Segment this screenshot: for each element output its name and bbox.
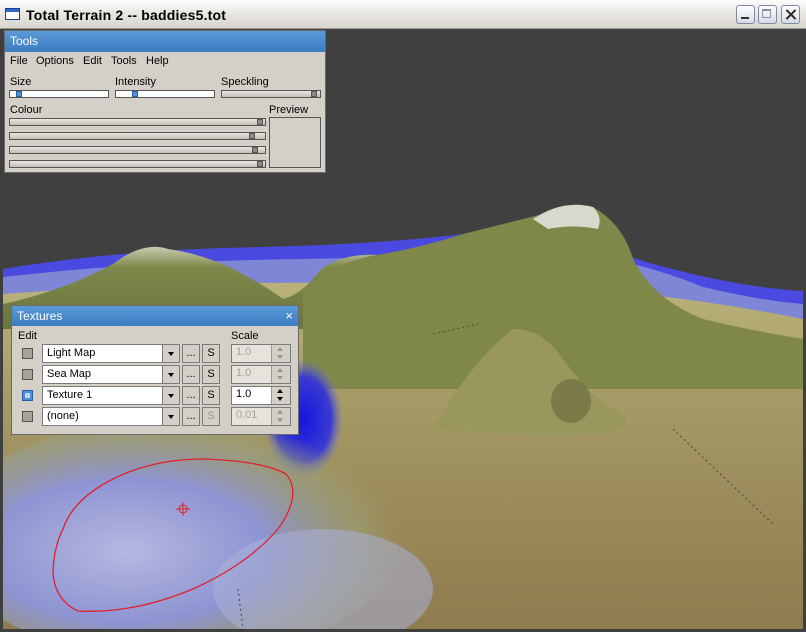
colour-label: Colour [10, 104, 43, 116]
texture-edit-checkbox[interactable] [22, 369, 33, 380]
textures-panel: Textures × Edit Scale Light Map... S 1.0 Se… [11, 305, 299, 435]
menu-file[interactable]: File [10, 55, 28, 67]
browse-button[interactable]: ... [182, 365, 200, 384]
speckling-slider[interactable] [221, 90, 321, 98]
scale-spinner[interactable]: 0.01 [231, 407, 291, 426]
tools-panel: Tools File Options Edit Tools Help Size … [4, 30, 326, 173]
minimize-button[interactable] [736, 5, 755, 24]
close-icon[interactable]: × [285, 306, 293, 326]
spin-arrows-icon[interactable] [271, 345, 290, 362]
chevron-down-icon[interactable] [162, 407, 180, 426]
colour-slider-3-thumb[interactable] [252, 147, 258, 153]
s-button[interactable]: S [202, 407, 220, 426]
size-slider[interactable] [9, 90, 109, 98]
texture-select[interactable]: Texture 1 [42, 386, 180, 405]
spin-arrows-icon[interactable] [271, 366, 290, 383]
textures-panel-title: Textures [17, 309, 63, 323]
spin-arrows-icon[interactable] [271, 387, 290, 404]
spin-arrows-icon[interactable] [271, 408, 290, 425]
texture-select[interactable]: (none) [42, 407, 180, 426]
tools-panel-title[interactable]: Tools [5, 31, 325, 52]
window-title: Total Terrain 2 -- baddies5.tot [26, 7, 227, 23]
colour-slider-1-thumb[interactable] [257, 119, 263, 125]
s-button[interactable]: S [202, 344, 220, 363]
colour-slider-2[interactable] [9, 132, 266, 140]
size-slider-thumb[interactable] [16, 91, 22, 97]
textures-panel-title-bar[interactable]: Textures × [12, 306, 298, 326]
menu-tools[interactable]: Tools [111, 55, 137, 67]
colour-slider-3[interactable] [9, 146, 266, 154]
window-icon [5, 8, 20, 20]
menu-options[interactable]: Options [36, 55, 74, 67]
intensity-label: Intensity [115, 76, 156, 88]
close-button[interactable] [781, 5, 800, 24]
preview-label: Preview [269, 104, 309, 116]
browse-button[interactable]: ... [182, 407, 200, 426]
window-title-bar[interactable]: Total Terrain 2 -- baddies5.tot [0, 0, 806, 29]
texture-row: Sea Map... S 1.0 [12, 365, 298, 384]
s-button[interactable]: S [202, 386, 220, 405]
scale-value: 1.0 [236, 367, 252, 379]
size-label: Size [10, 76, 32, 88]
texture-row: Texture 1... S 1.0 [12, 386, 298, 405]
colour-slider-1[interactable] [9, 118, 266, 126]
texture-edit-checkbox[interactable] [22, 348, 33, 359]
colour-slider-2-thumb[interactable] [249, 133, 255, 139]
texture-row: (none)... S 0.01 [12, 407, 298, 426]
scale-value: 1.0 [236, 388, 252, 400]
speckling-slider-thumb[interactable] [311, 91, 317, 97]
intensity-slider-thumb[interactable] [132, 91, 138, 97]
scale-value: 0.01 [236, 409, 258, 421]
scale-header: Scale [231, 330, 259, 342]
colour-preview [269, 117, 321, 168]
maximize-button[interactable] [758, 5, 777, 24]
texture-edit-checkbox[interactable] [22, 390, 33, 401]
texture-select[interactable]: Sea Map [42, 365, 180, 384]
browse-button[interactable]: ... [182, 386, 200, 405]
chevron-down-icon[interactable] [162, 344, 180, 363]
scale-spinner[interactable]: 1.0 [231, 365, 291, 384]
speckling-label: Speckling [221, 76, 269, 88]
texture-row: Light Map... S 1.0 [12, 344, 298, 363]
colour-slider-4[interactable] [9, 160, 266, 168]
intensity-slider[interactable] [115, 90, 215, 98]
colour-slider-4-thumb[interactable] [257, 161, 263, 167]
chevron-down-icon[interactable] [162, 365, 180, 384]
browse-button[interactable]: ... [182, 344, 200, 363]
menu-edit[interactable]: Edit [83, 55, 102, 67]
texture-edit-checkbox[interactable] [22, 411, 33, 422]
chevron-down-icon[interactable] [162, 386, 180, 405]
s-button[interactable]: S [202, 365, 220, 384]
edit-header: Edit [18, 330, 37, 342]
menu-help[interactable]: Help [146, 55, 169, 67]
scale-value: 1.0 [236, 346, 252, 358]
texture-select[interactable]: Light Map [42, 344, 180, 363]
scale-spinner[interactable]: 1.0 [231, 386, 291, 405]
scale-spinner[interactable]: 1.0 [231, 344, 291, 363]
